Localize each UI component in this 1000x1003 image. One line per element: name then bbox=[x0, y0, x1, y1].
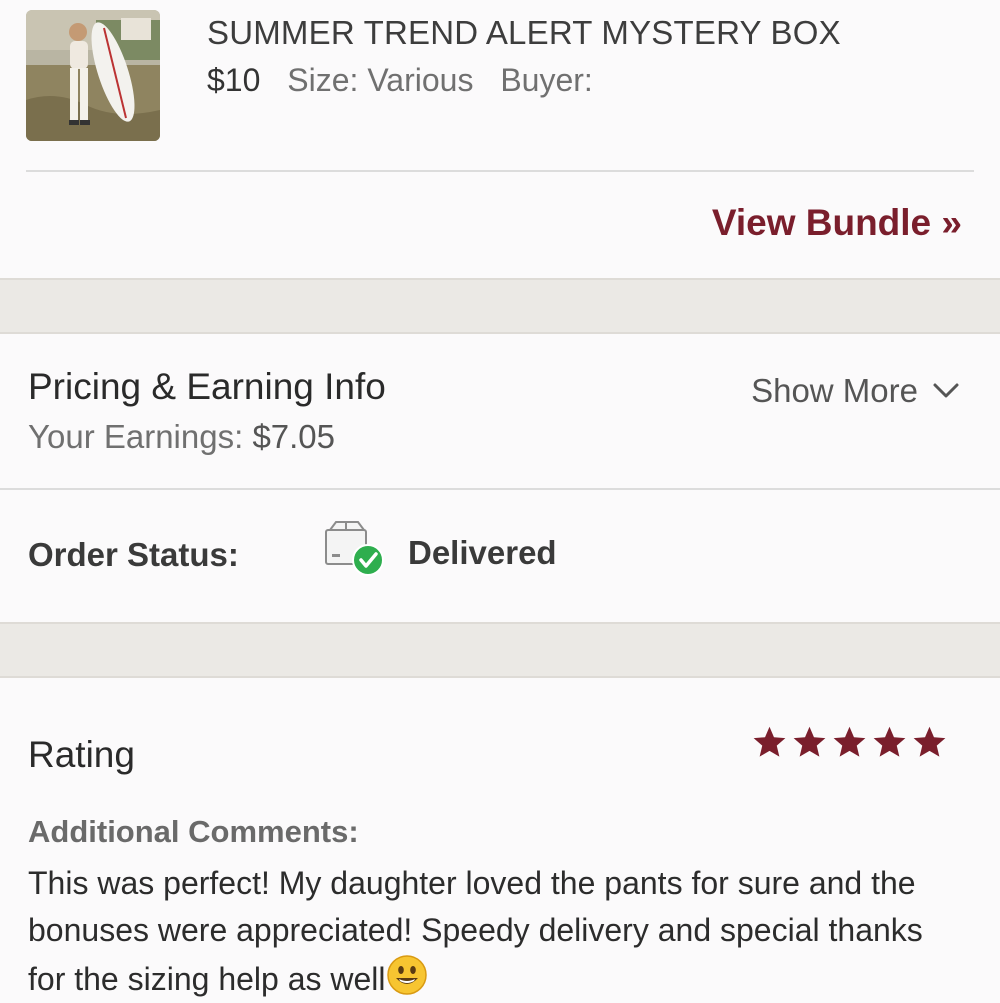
star-icon bbox=[913, 726, 946, 757]
section-separator bbox=[0, 278, 1000, 334]
star-icon bbox=[833, 726, 866, 757]
rating-section: Rating Additional Comments: This was per… bbox=[0, 678, 1000, 1000]
earnings-line: Your Earnings: $7.05 bbox=[28, 418, 335, 456]
item-card[interactable]: SUMMER TREND ALERT MYSTERY BOX $10 Size:… bbox=[0, 0, 1000, 278]
comment-text: This was perfect! My daughter loved the … bbox=[28, 860, 968, 1003]
rating-title: Rating bbox=[28, 734, 135, 775]
thumbnail-photo bbox=[26, 10, 160, 141]
star-icon bbox=[793, 726, 826, 757]
divider bbox=[26, 170, 974, 172]
item-title[interactable]: SUMMER TREND ALERT MYSTERY BOX bbox=[207, 14, 841, 52]
item-price: $10 bbox=[207, 62, 261, 98]
comments-label: Additional Comments: bbox=[28, 814, 359, 849]
star-rating bbox=[751, 724, 948, 761]
item-meta: $10 Size: Various Buyer: bbox=[207, 62, 593, 99]
earnings-label: Your Earnings: bbox=[28, 418, 253, 455]
pricing-section: Pricing & Earning Info Your Earnings: $7… bbox=[0, 334, 1000, 488]
package-delivered-icon bbox=[325, 521, 384, 576]
chevron-down-icon bbox=[933, 383, 959, 398]
show-more-label: Show More bbox=[751, 372, 918, 409]
item-buyer: Buyer: bbox=[500, 62, 593, 98]
order-status-label: Order Status: bbox=[28, 536, 239, 573]
star-icon bbox=[873, 726, 906, 757]
section-separator bbox=[0, 622, 1000, 678]
show-more-button[interactable]: Show More bbox=[751, 372, 960, 410]
comment-body: This was perfect! My daughter loved the … bbox=[28, 865, 923, 997]
order-status-value: Delivered bbox=[408, 534, 557, 571]
item-thumbnail[interactable] bbox=[26, 10, 160, 141]
item-size: Size: Various bbox=[287, 62, 474, 98]
star-icon bbox=[753, 726, 786, 757]
pricing-title: Pricing & Earning Info bbox=[28, 366, 386, 407]
earnings-value: $7.05 bbox=[252, 418, 336, 455]
smiley-emoji-icon bbox=[386, 955, 427, 995]
view-bundle-link[interactable]: View Bundle » bbox=[712, 202, 962, 244]
order-status-section: Order Status: Delivered bbox=[0, 490, 1000, 620]
